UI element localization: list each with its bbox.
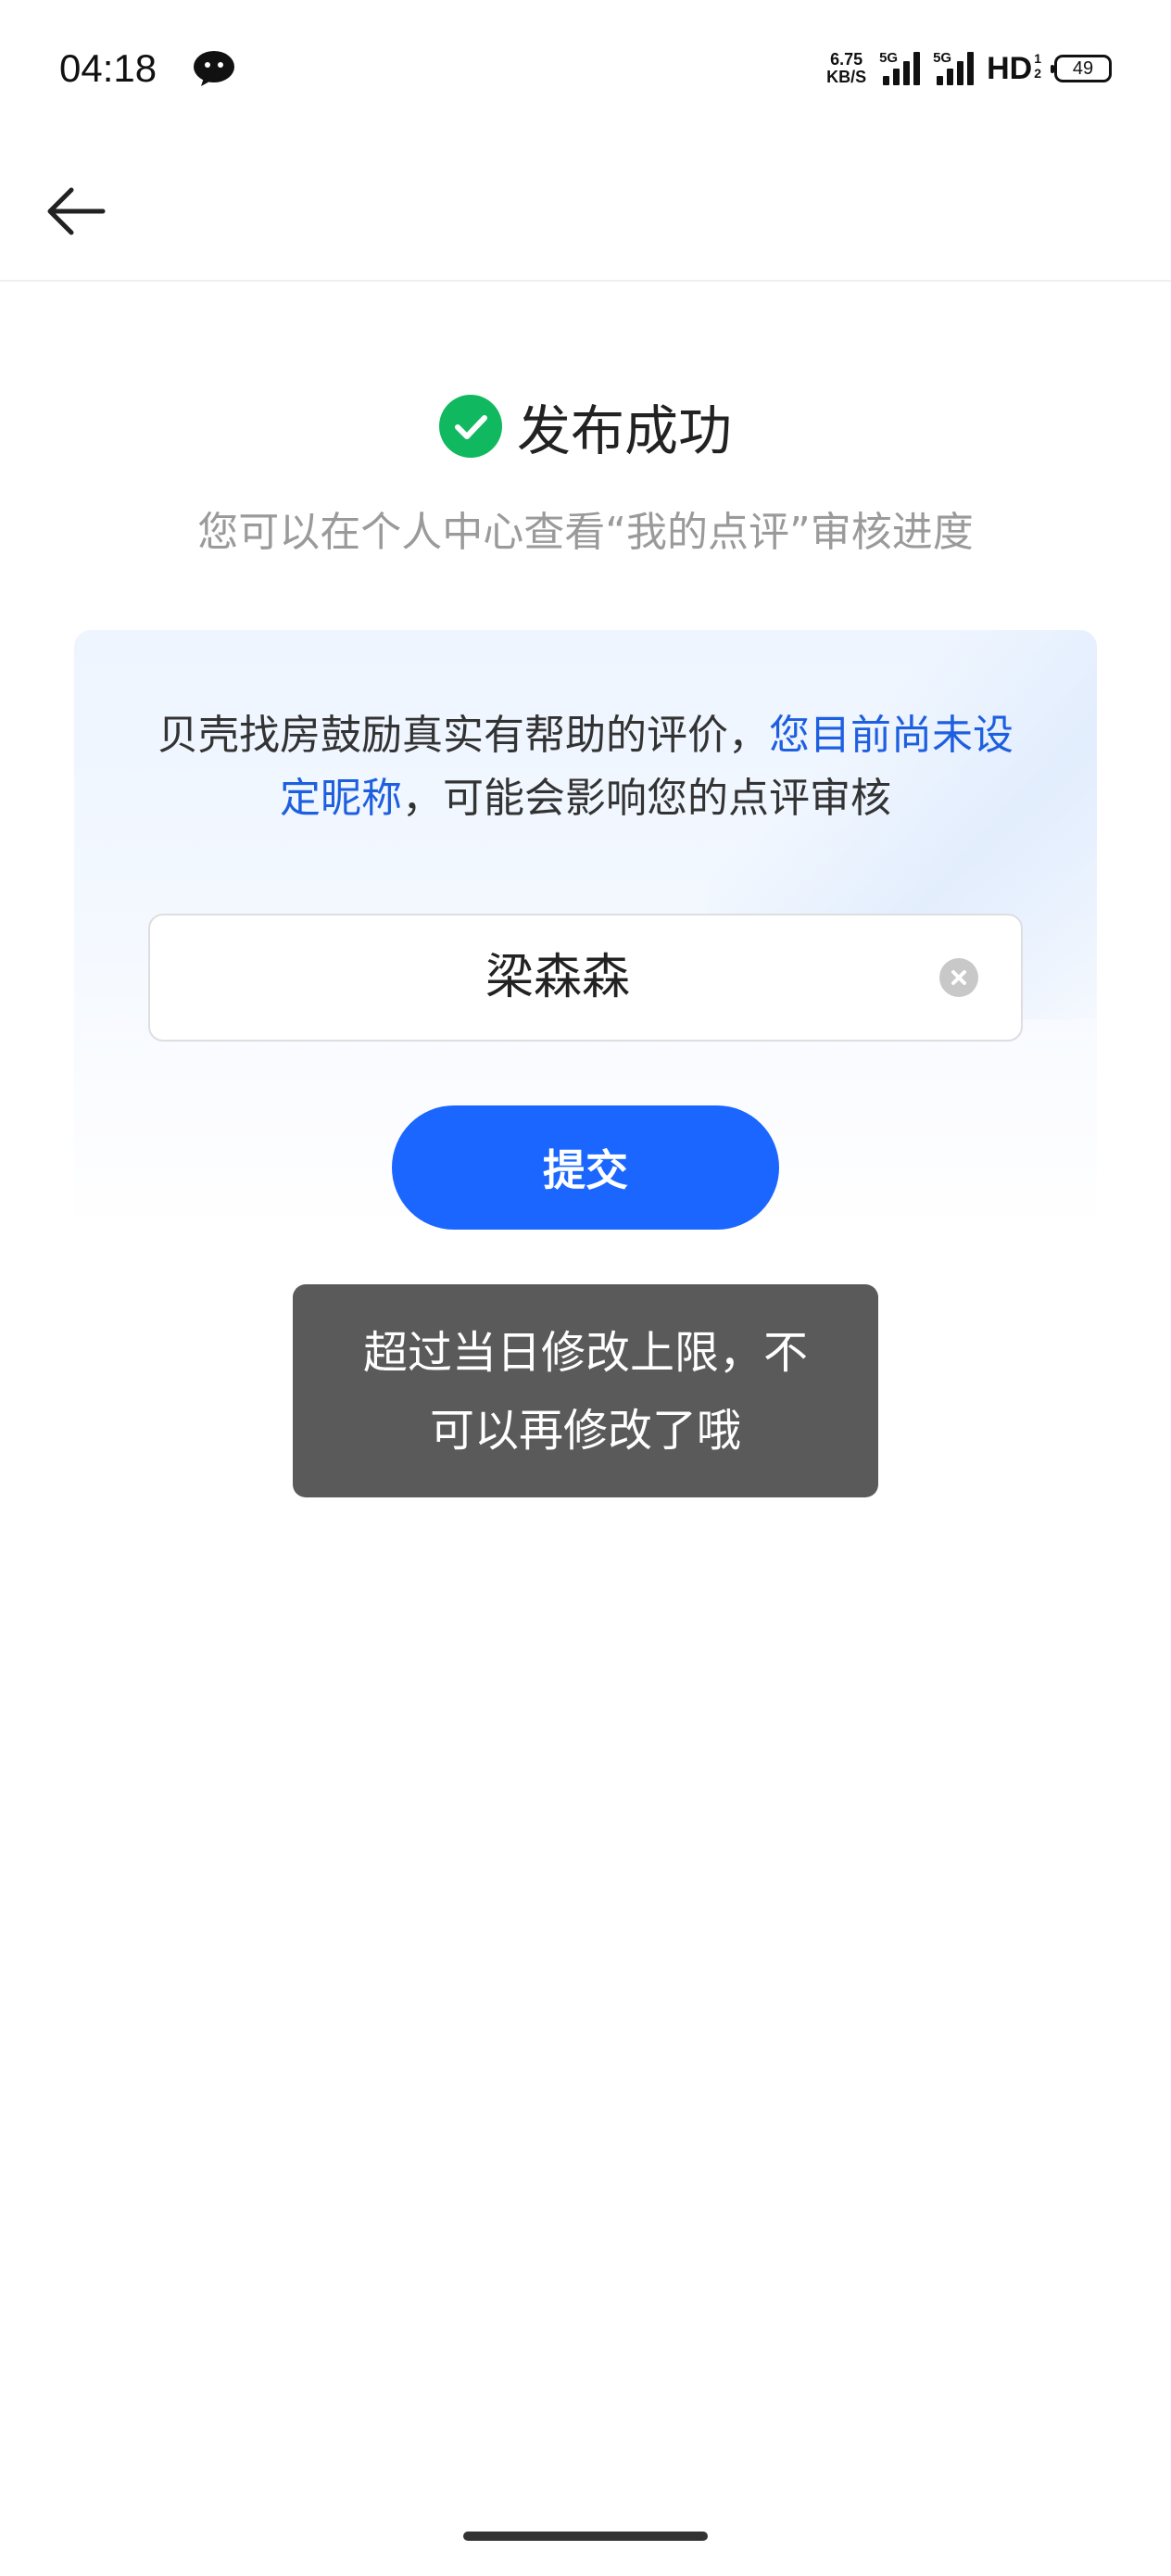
signal-icon: 5G xyxy=(933,50,975,85)
toast-message: 超过当日修改上限，不 可以再修改了哦 xyxy=(293,1284,878,1497)
arrow-left-icon xyxy=(47,187,106,235)
success-subtitle: 您可以在个人中心查看“我的点评”审核进度 xyxy=(197,509,974,556)
net-speed-unit: KB/S xyxy=(826,68,867,86)
status-bar: 04:18 6.75 KB/S 5G 5G HD 12 49 xyxy=(0,0,1171,139)
signal-icon: 5G xyxy=(879,50,921,85)
nickname-prompt: 贝壳找房鼓励真实有帮助的评价，您目前尚未设定昵称，可能会影响您的点评审核 xyxy=(148,704,1023,830)
battery-icon: 49 xyxy=(1051,55,1112,82)
home-indicator[interactable] xyxy=(463,2532,708,2541)
wechat-icon xyxy=(193,50,235,87)
status-icons: 6.75 KB/S 5G 5G HD 12 49 xyxy=(826,48,1112,89)
success-title: 发布成功 xyxy=(516,399,732,462)
check-circle-icon xyxy=(438,395,502,458)
battery-level: 49 xyxy=(1072,57,1094,79)
success-header: 发布成功 xyxy=(0,387,1171,465)
net-speed: 6.75 KB/S xyxy=(826,51,866,86)
nickname-input[interactable]: 梁森森 xyxy=(148,914,1023,1042)
toast-line-2: 可以再修改了哦 xyxy=(429,1405,741,1457)
hd-icon: HD 12 xyxy=(987,50,1041,86)
nickname-card: 贝壳找房鼓励真实有帮助的评价，您目前尚未设定昵称，可能会影响您的点评审核 梁森森… xyxy=(74,630,1097,1232)
status-time: 04:18 xyxy=(59,46,157,90)
clear-circle-icon[interactable] xyxy=(939,958,978,997)
back-button[interactable] xyxy=(41,176,111,246)
net-speed-value: 6.75 xyxy=(830,50,863,69)
signal-5g-tag: 5G xyxy=(933,50,952,66)
submit-button[interactable]: 提交 xyxy=(392,1105,779,1230)
prompt-text-tail: ，可能会影响您的点评审核 xyxy=(402,775,891,822)
toast-line-1: 超过当日修改上限，不 xyxy=(362,1327,808,1379)
nickname-value[interactable]: 梁森森 xyxy=(150,915,1021,1040)
signal-5g-tag: 5G xyxy=(879,50,899,66)
nav-bar xyxy=(0,139,1171,282)
prompt-text: 贝壳找房鼓励真实有帮助的评价， xyxy=(157,712,769,759)
